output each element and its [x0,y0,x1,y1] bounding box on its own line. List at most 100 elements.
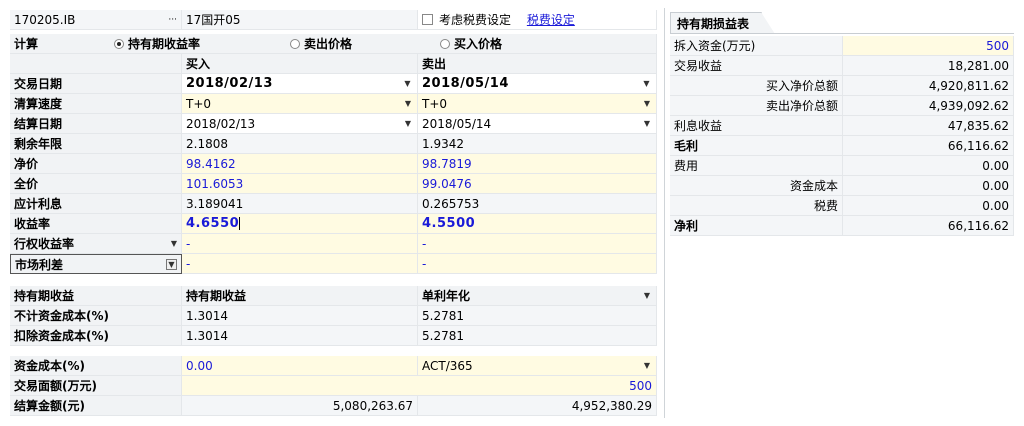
sell-exercise-yield[interactable]: - [418,234,657,254]
pnl-label: 买入净价总额 [670,76,843,96]
consider-tax-checkbox[interactable] [422,14,433,25]
pnl-label: 资金成本 [670,176,843,196]
pnl-row: 净利 66,116.62 [670,216,1014,236]
row-label: 持有期收益 [10,286,182,306]
buy-settle-speed: T+0 [186,97,212,111]
sell-settle-date: 2018/05/14 [422,117,492,131]
sell-full-price-input[interactable]: 99.0476 [418,174,657,194]
full-price-row: 全价 101.6053 99.0476 [10,174,657,194]
buy-market-spread[interactable]: - [182,254,418,274]
pnl-value: 66,116.62 [843,136,1014,156]
radio-buy-price[interactable]: 买入价格 [436,34,657,54]
pnl-row: 税费 0.00 [670,196,1014,216]
face-amount-input[interactable]: 500 [182,376,657,396]
settle-speed-row: 清算速度 T+0 ▼ T+0 ▼ [10,94,657,114]
sell-trade-date: 2018/05/14 [422,76,509,91]
dropdown-arrow-icon: ▼ [170,239,177,248]
tab-baseline [670,33,1014,34]
sell-clean-price-input[interactable]: 98.7819 [418,154,657,174]
buy-settle-date-picker[interactable]: 2018/02/13 ▼ [182,114,418,134]
buy-settle-speed-select[interactable]: T+0 ▼ [182,94,418,114]
blank-header [10,54,182,74]
day-count-select[interactable]: ACT/365 ▼ [418,356,657,376]
face-amount-row: 交易面额(万元) 500 [10,376,657,396]
calc-mode-row: 计算 持有期收益率 卖出价格 买入价格 [10,34,657,54]
funding-cost-row: 资金成本(%) 0.00 ACT/365 ▼ [10,356,657,376]
radio-sell-price[interactable]: 卖出价格 [286,34,436,54]
sell-settle-speed-select[interactable]: T+0 ▼ [418,94,657,114]
column-header-row: 买入 卖出 [10,54,657,74]
pnl-label: 毛利 [670,136,843,156]
annualization-select[interactable]: 单利年化 ▼ [418,286,657,306]
pnl-value: 47,835.62 [843,116,1014,136]
panel-divider [664,8,665,418]
row-label: 市场利差 [15,258,64,272]
buy-full-price-input[interactable]: 101.6053 [182,174,418,194]
pnl-row: 交易收益 18,281.00 [670,56,1014,76]
sell-column-header: 卖出 [418,54,657,74]
pnl-label: 卖出净价总额 [670,96,843,116]
borrowed-funds-input[interactable]: 500 [843,36,1014,56]
pnl-row: 利息收益 47,835.62 [670,116,1014,136]
radio-selected-icon [114,38,124,49]
day-count-value: ACT/365 [422,359,473,373]
exercise-yield-select[interactable]: 行权收益率 ▼ [10,234,182,254]
market-spread-select[interactable]: 市场利差 ▼ [10,254,182,274]
pnl-label: 税费 [670,196,843,216]
buy-trade-date-picker[interactable]: 2018/02/13 ▼ [182,74,418,94]
tax-option-cell: 考虑税费设定 税费设定 [418,10,657,30]
tax-settings-link[interactable]: 税费设定 [527,13,575,27]
market-spread-row: 市场利差 ▼ - - [10,254,657,274]
annualization-label: 单利年化 [422,289,471,303]
row-label: 不计资金成本(%) [10,306,182,326]
trade-date-row: 交易日期 2018/02/13 ▼ 2018/05/14 ▼ [10,74,657,94]
buy-yield-input[interactable]: 4.6550 [182,214,418,234]
pnl-row: 费用 0.00 [670,156,1014,176]
pnl-label: 利息收益 [670,116,843,136]
pnl-value: 18,281.00 [843,56,1014,76]
sell-trade-date-picker[interactable]: 2018/05/14 ▼ [418,74,657,94]
pnl-value: 0.00 [843,156,1014,176]
pnl-label: 交易收益 [670,56,843,76]
buy-settle-date: 2018/02/13 [186,117,256,131]
pnl-row: 买入净价总额 4,920,811.62 [670,76,1014,96]
buy-settle-amount: 5,080,263.67 [182,396,418,416]
dropdown-arrow-icon[interactable]: ▼ [166,259,177,270]
sell-yield-input[interactable]: 4.5500 [418,214,657,234]
ellipsis-button[interactable]: ··· [168,10,177,29]
sell-settle-amount: 4,952,380.29 [418,396,657,416]
bond-code: 170205.IB [14,13,76,27]
with-cost-annualized: 5.2781 [418,326,657,346]
sell-market-spread[interactable]: - [418,254,657,274]
sell-settle-date-picker[interactable]: 2018/05/14 ▼ [418,114,657,134]
row-label: 清算速度 [10,94,182,114]
radio-unselected-icon [290,38,300,49]
pnl-row: 拆入资金(万元) 500 [670,36,1014,56]
pnl-value: 0.00 [843,176,1014,196]
buy-exercise-yield[interactable]: - [182,234,418,254]
radio-holding-yield-label: 持有期收益率 [128,37,201,51]
pnl-value: 4,939,092.62 [843,96,1014,116]
consider-tax-label: 考虑税费设定 [439,13,512,27]
pnl-value: 66,116.62 [843,216,1014,236]
pnl-label: 费用 [670,156,843,176]
dropdown-arrow-icon: ▼ [404,99,411,108]
buy-trade-date: 2018/02/13 [186,76,273,91]
accrued-interest-row: 应计利息 3.189041 0.265753 [10,194,657,214]
radio-buy-price-label: 买入价格 [454,37,503,51]
buy-column-header: 买入 [182,54,418,74]
buy-clean-price-input[interactable]: 98.4162 [182,154,418,174]
with-cost-row: 扣除资金成本(%) 1.3014 5.2781 [10,326,657,346]
pnl-row: 毛利 66,116.62 [670,136,1014,156]
tab-holding-pnl[interactable]: 持有期损益表 [670,12,762,34]
row-label: 剩余年限 [10,134,182,154]
bond-code-field[interactable]: 170205.IB ··· [10,10,182,30]
bond-name-field: 17国开05 [182,10,418,30]
pnl-label: 拆入资金(万元) [670,36,843,56]
bond-name: 17国开05 [186,13,241,27]
radio-holding-yield[interactable]: 持有期收益率 [110,34,286,54]
funding-cost-input[interactable]: 0.00 [182,356,418,376]
remaining-years-row: 剩余年限 2.1808 1.9342 [10,134,657,154]
row-label: 净价 [10,154,182,174]
row-label: 行权收益率 [14,237,75,251]
